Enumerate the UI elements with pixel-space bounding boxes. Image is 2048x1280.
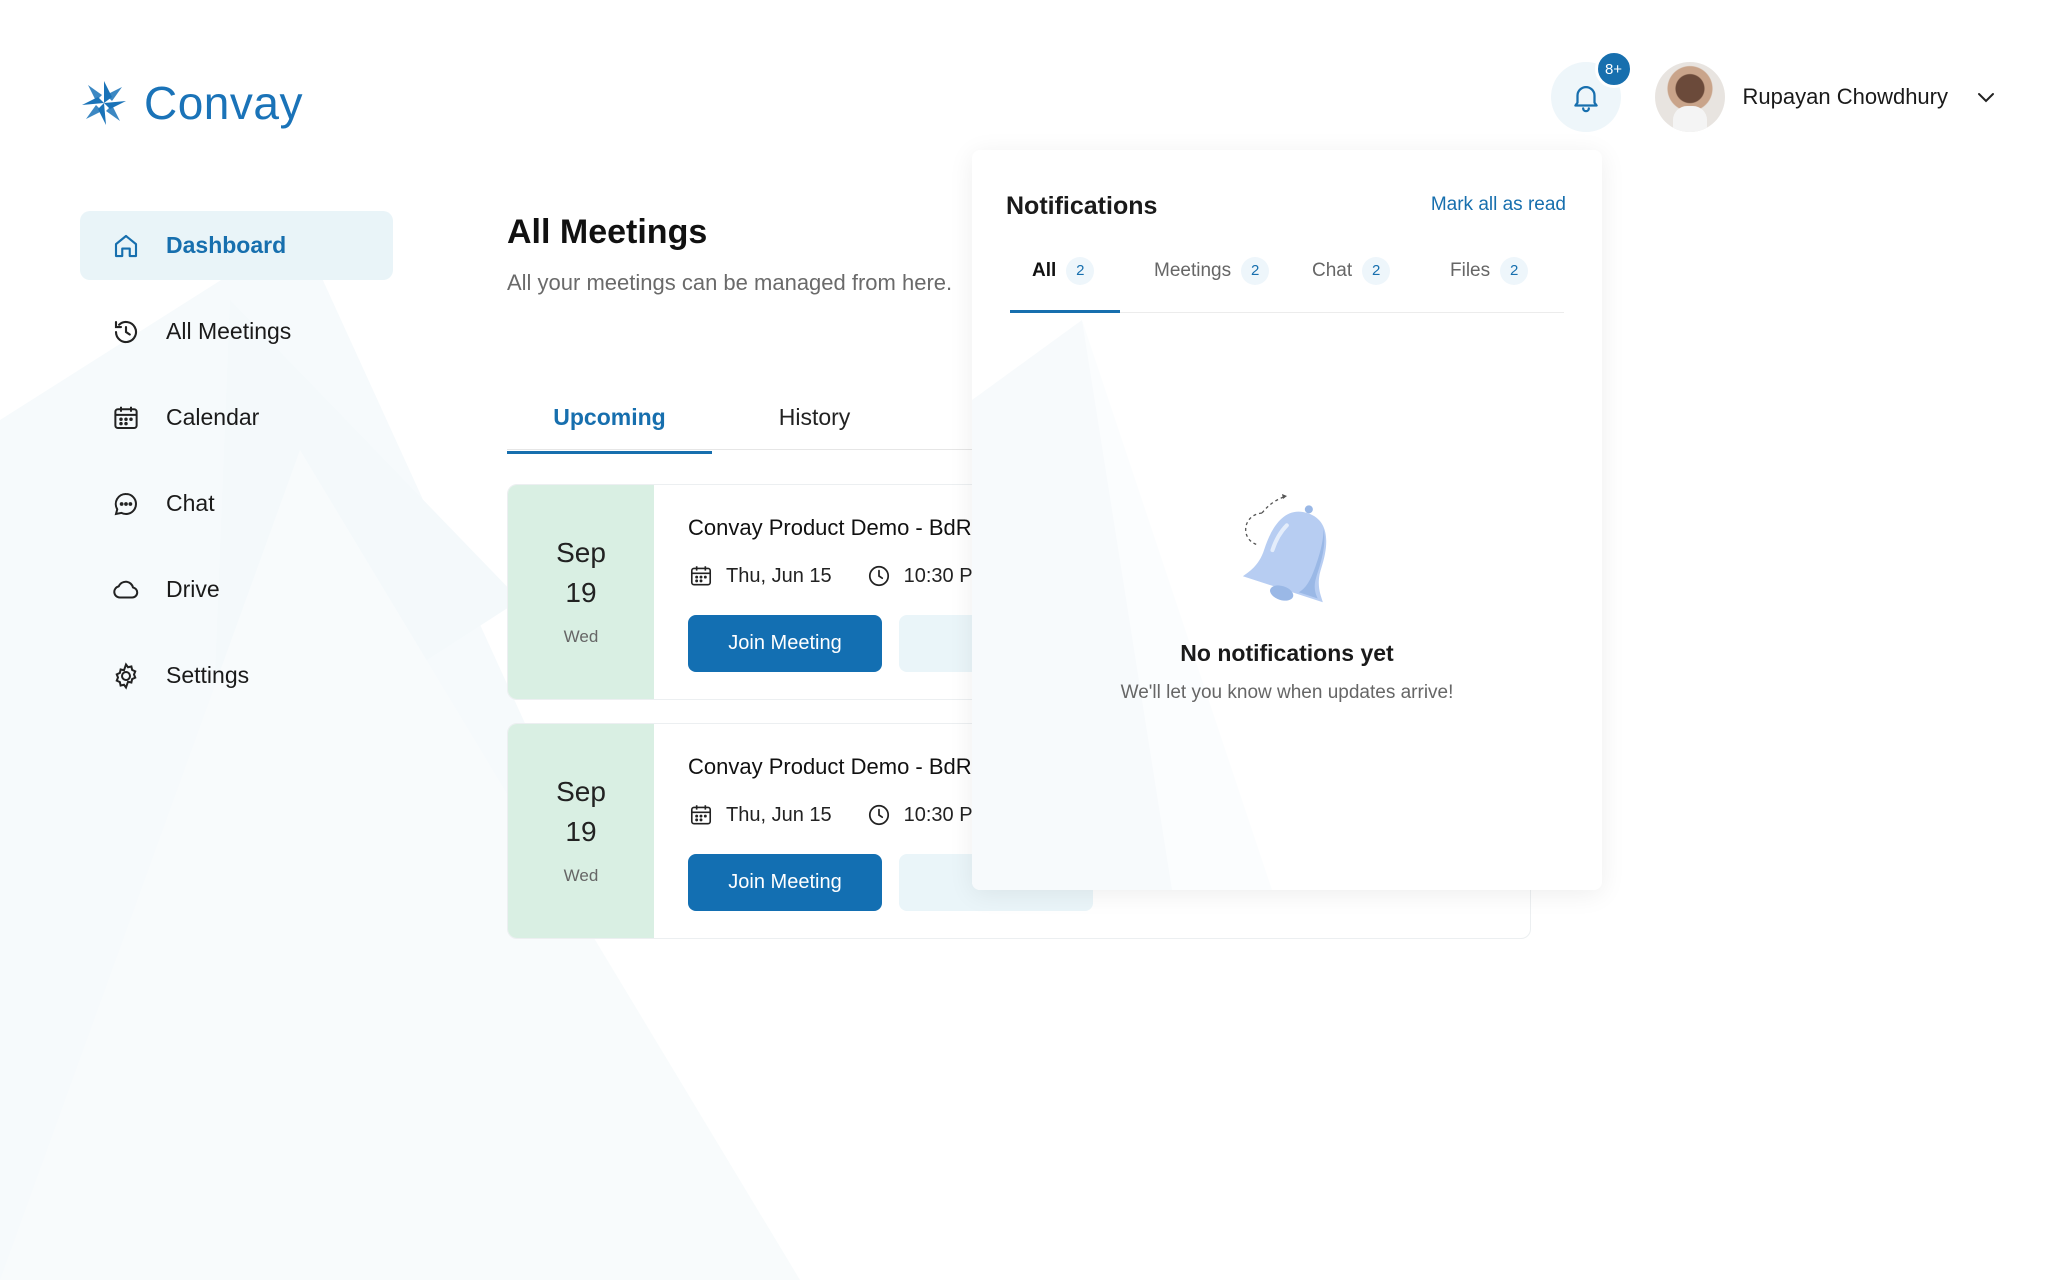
tab-all[interactable]: All 2 bbox=[1010, 257, 1120, 313]
tab-label: Files bbox=[1450, 260, 1491, 281]
notifications-title: Notifications bbox=[1006, 192, 1158, 220]
main-header: All Meetings All your meetings can be ma… bbox=[507, 213, 952, 296]
notification-tabs: All 2 Meetings 2 Chat 2 Files 2 bbox=[1010, 257, 1564, 313]
notifications-panel: Notifications Mark all as read All 2 Mee… bbox=[972, 150, 1602, 890]
sidebar-item-all-meetings[interactable]: All Meetings bbox=[80, 297, 393, 366]
calendar-icon bbox=[690, 566, 712, 586]
meeting-weekday: Wed bbox=[563, 627, 599, 646]
sidebar-item-label: All Meetings bbox=[166, 318, 292, 344]
mark-all-read-link[interactable]: Mark all as read bbox=[1431, 194, 1566, 216]
tab-count-badge: 2 bbox=[1500, 257, 1529, 285]
chat-icon bbox=[110, 488, 142, 520]
tab-meetings[interactable]: Meetings 2 bbox=[1154, 257, 1270, 313]
meeting-date: Thu, Jun 15 bbox=[726, 564, 832, 587]
page-title: All Meetings bbox=[507, 213, 708, 251]
home-icon bbox=[110, 230, 142, 262]
sidebar-item-chat[interactable]: Chat bbox=[80, 469, 393, 538]
header-user-area: 8+ Rupayan Chowdhury bbox=[1550, 50, 1998, 132]
tab-count-badge: 2 bbox=[1362, 257, 1391, 285]
sidebar-item-label: Calendar bbox=[166, 404, 260, 430]
tab-files[interactable]: Files 2 bbox=[1450, 257, 1529, 313]
tab-label: Chat bbox=[1312, 260, 1353, 281]
convay-logo-icon bbox=[82, 81, 126, 125]
tab-count-badge: 2 bbox=[1066, 257, 1095, 285]
meeting-month: Sep bbox=[556, 537, 606, 568]
clock-icon bbox=[868, 804, 889, 826]
meeting-date-panel: Sep 19 Wed bbox=[508, 724, 654, 938]
bell-illustration-icon bbox=[1242, 494, 1327, 603]
tab-label: All bbox=[1032, 260, 1057, 281]
sidebar-item-label: Drive bbox=[166, 576, 220, 602]
join-meeting-button[interactable]: Join Meeting bbox=[688, 615, 882, 672]
sidebar-item-calendar[interactable]: Calendar bbox=[80, 383, 393, 452]
empty-state-title: No notifications yet bbox=[1180, 640, 1394, 666]
meeting-title[interactable]: Convay Product Demo - BdR bbox=[688, 754, 972, 780]
user-name[interactable]: Rupayan Chowdhury bbox=[1743, 84, 1948, 110]
tab-upcoming[interactable]: Upcoming bbox=[507, 392, 712, 454]
sidebar-nav: Dashboard All Meetings Calendar Chat Dri… bbox=[80, 211, 393, 727]
tab-history[interactable]: History bbox=[712, 392, 917, 454]
clock-icon bbox=[868, 565, 889, 587]
sidebar-item-settings[interactable]: Settings bbox=[80, 641, 393, 710]
notifications-button[interactable]: 8+ bbox=[1550, 50, 1633, 132]
sidebar-item-label: Dashboard bbox=[166, 232, 287, 258]
meeting-day: 19 bbox=[565, 816, 597, 847]
calendar-icon bbox=[110, 402, 142, 434]
meeting-weekday: Wed bbox=[563, 866, 599, 885]
app-logo[interactable]: Convay bbox=[78, 76, 303, 130]
calendar-icon bbox=[690, 805, 712, 825]
join-meeting-button[interactable]: Join Meeting bbox=[688, 854, 882, 911]
meeting-day: 19 bbox=[565, 577, 597, 608]
sidebar-item-label: Settings bbox=[166, 662, 250, 688]
user-avatar[interactable] bbox=[1654, 62, 1725, 132]
notification-count-badge: 8+ bbox=[1594, 50, 1633, 88]
meeting-title[interactable]: Convay Product Demo - BdR bbox=[688, 515, 972, 541]
gear-icon bbox=[110, 660, 142, 692]
meeting-date: Thu, Jun 15 bbox=[726, 803, 832, 826]
tab-chat[interactable]: Chat 2 bbox=[1312, 257, 1391, 313]
tab-label: Meetings bbox=[1154, 260, 1232, 281]
empty-state-illustration bbox=[972, 485, 1602, 630]
meetings-tabs: Upcoming History bbox=[507, 392, 977, 454]
sidebar-item-label: Chat bbox=[166, 490, 215, 516]
history-icon bbox=[110, 316, 142, 348]
tab-count-badge: 2 bbox=[1241, 257, 1270, 285]
empty-state-subtitle: We'll let you know when updates arrive! bbox=[1120, 682, 1454, 703]
bell-icon bbox=[1573, 86, 1598, 113]
chevron-down-icon[interactable] bbox=[1974, 85, 1998, 109]
cloud-icon bbox=[110, 574, 142, 606]
sidebar-item-dashboard[interactable]: Dashboard bbox=[80, 211, 393, 280]
meeting-date-panel: Sep 19 Wed bbox=[508, 485, 654, 699]
sidebar-item-drive[interactable]: Drive bbox=[80, 555, 393, 624]
app-name: Convay bbox=[144, 77, 303, 129]
meeting-month: Sep bbox=[556, 776, 606, 807]
page-subtitle: All your meetings can be managed from he… bbox=[507, 270, 953, 295]
